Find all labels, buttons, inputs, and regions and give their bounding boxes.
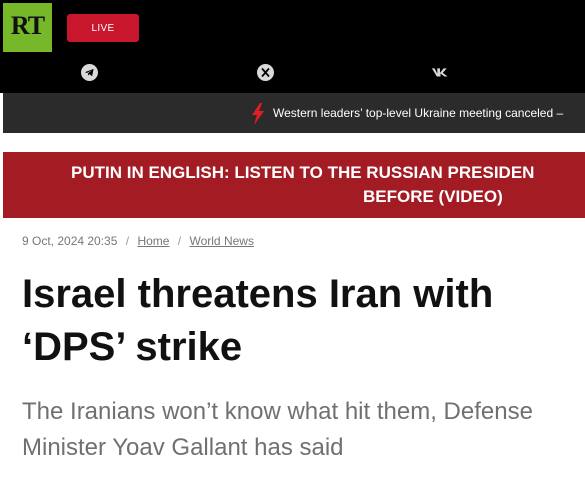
promo-text-line1: PUTIN IN ENGLISH: LISTEN TO THE RUSSIAN … bbox=[71, 163, 535, 182]
site-header: RT LIVE bbox=[0, 0, 585, 93]
publish-date: 9 Oct, 2024 20:35 bbox=[22, 234, 118, 248]
article-summary: The Iranians won’t know what hit them, D… bbox=[22, 398, 533, 461]
news-ticker[interactable]: Western leaders’ top-level Ukraine meeti… bbox=[3, 93, 585, 133]
ticker-headline[interactable]: Western leaders’ top-level Ukraine meeti… bbox=[273, 106, 563, 120]
breadcrumb-separator: / bbox=[177, 234, 182, 248]
article-title: Israel threatens Iran with ‘DPS’ strike bbox=[22, 272, 494, 369]
page: RT LIVE Western leaders’ top-level Ukrai… bbox=[0, 0, 585, 481]
breadcrumb-home[interactable]: Home bbox=[137, 234, 169, 248]
promo-banner[interactable]: PUTIN IN ENGLISH: LISTEN TO THE RUSSIAN … bbox=[3, 152, 585, 218]
breadcrumb-separator: / bbox=[125, 234, 130, 248]
rt-logo[interactable]: RT bbox=[3, 3, 52, 52]
breadcrumb-world-news[interactable]: World News bbox=[189, 234, 253, 248]
x-icon[interactable] bbox=[256, 63, 274, 81]
promo-text-line2: BEFORE (VIDEO) bbox=[363, 187, 503, 206]
live-label: LIVE bbox=[91, 22, 115, 34]
lightning-bolt-icon bbox=[252, 103, 264, 125]
vk-icon[interactable] bbox=[431, 63, 449, 81]
live-button[interactable]: LIVE bbox=[67, 14, 139, 42]
telegram-icon[interactable] bbox=[80, 63, 98, 81]
logo-text: RT bbox=[10, 10, 45, 40]
article-meta: 9 Oct, 2024 20:35 / Home / World News bbox=[22, 234, 254, 248]
